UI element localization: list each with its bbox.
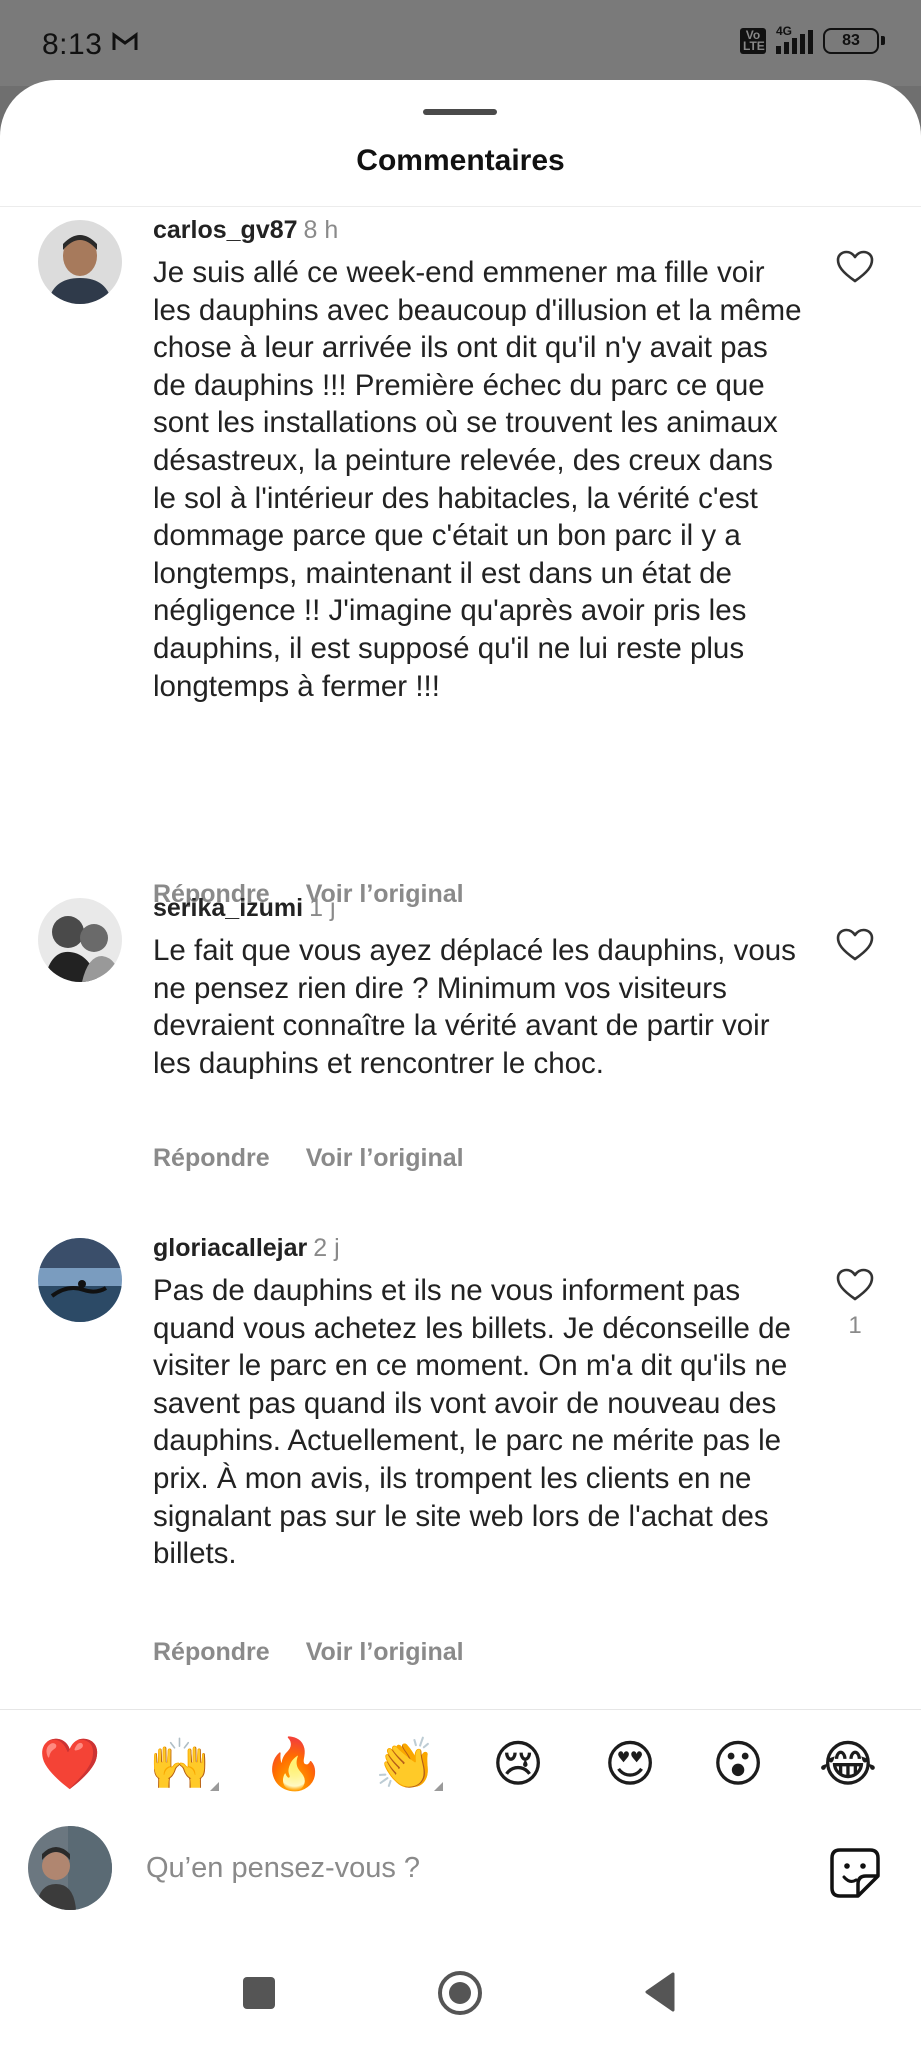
reply-button[interactable]: Répondre xyxy=(153,1638,270,1666)
sticker-icon[interactable] xyxy=(828,1846,882,1900)
comment-username[interactable]: gloriacallejar xyxy=(153,1234,307,1262)
comment-composer xyxy=(0,1822,921,1912)
quick-reactions-bar: ❤️ 🙌 🔥 👏 😢 😍 😮 😂 xyxy=(0,1732,921,1796)
comment-input[interactable] xyxy=(146,1848,786,1888)
comment-time: 1 j xyxy=(309,894,336,922)
comment-time: 8 h xyxy=(303,216,339,244)
home-button[interactable] xyxy=(437,1970,483,2016)
battery-level: 83 xyxy=(842,32,860,49)
avatar[interactable] xyxy=(38,898,122,982)
comment-header: serika_izumi 1 j xyxy=(153,894,336,923)
reaction-fire[interactable]: 🔥 xyxy=(262,1732,326,1796)
heart-icon[interactable] xyxy=(836,1268,874,1302)
reaction-heart[interactable]: ❤️ xyxy=(38,1732,102,1796)
avatar-photo xyxy=(28,1826,112,1910)
gmail-icon xyxy=(112,32,138,50)
avatar-photo xyxy=(38,898,122,982)
comment-username[interactable]: serika_izumi xyxy=(153,894,303,922)
reaction-laughing-face[interactable]: 😂 xyxy=(816,1732,880,1796)
status-bar: 8:13 Vo LTE 4G 83 xyxy=(0,0,921,86)
reaction-heart-eyes[interactable]: 😍 xyxy=(598,1732,662,1796)
reaction-crying-face[interactable]: 😢 xyxy=(486,1732,550,1796)
battery-icon: 83 xyxy=(823,28,885,54)
heart-icon[interactable] xyxy=(836,250,874,284)
avatar-photo xyxy=(38,1238,122,1322)
comment-header: carlos_gv87 8 h xyxy=(153,216,338,245)
comment-text: Le fait que vous ayez déplacé les dauphi… xyxy=(153,934,796,1080)
comments-sheet: Commentaires carlos_gv87 8 h Je suis allé… xyxy=(0,80,921,2048)
comment-time: 2 j xyxy=(313,1234,340,1262)
reaction-clapping-hands[interactable]: 👏 xyxy=(374,1732,438,1796)
recents-button[interactable] xyxy=(243,1977,275,2009)
like-count: 1 xyxy=(848,1312,862,1339)
volte-icon: Vo LTE xyxy=(740,28,766,54)
system-nav-bar xyxy=(0,1960,921,2030)
reaction-raised-hands[interactable]: 🙌 xyxy=(148,1732,212,1796)
comment-text: Pas de dauphins et ils ne vous informent… xyxy=(153,1274,791,1571)
comment-actions: Répondre Voir l’original xyxy=(153,1638,500,1667)
reply-button[interactable]: Répondre xyxy=(153,1144,270,1172)
skin-tone-indicator xyxy=(210,1782,219,1791)
avatar-photo xyxy=(38,220,122,304)
reaction-surprised-face[interactable]: 😮 xyxy=(706,1732,770,1796)
status-indicators: Vo LTE 4G 83 xyxy=(740,24,885,54)
comment-actions: Répondre Voir l’original xyxy=(153,1144,500,1173)
comment-text: Je suis allé ce week-end emmener ma fill… xyxy=(153,256,802,703)
avatar[interactable] xyxy=(38,1238,122,1322)
skin-tone-indicator xyxy=(434,1782,443,1791)
current-user-avatar xyxy=(28,1826,112,1910)
comment-header: gloriacallejar 2 j xyxy=(153,1234,340,1263)
network-type: 4G xyxy=(776,24,793,38)
composer-divider xyxy=(0,1709,921,1710)
see-original-button[interactable]: Voir l’original xyxy=(306,1144,464,1172)
avatar[interactable] xyxy=(38,220,122,304)
see-original-button[interactable]: Voir l’original xyxy=(306,1638,464,1666)
signal-icon: 4G xyxy=(776,24,813,54)
heart-icon[interactable] xyxy=(836,928,874,962)
sheet-title: Commentaires xyxy=(356,144,565,177)
back-button[interactable] xyxy=(643,1972,675,2012)
drag-handle[interactable] xyxy=(423,109,497,115)
comment-username[interactable]: carlos_gv87 xyxy=(153,216,298,244)
status-time: 8:13 xyxy=(42,28,103,61)
header-divider xyxy=(0,206,921,207)
